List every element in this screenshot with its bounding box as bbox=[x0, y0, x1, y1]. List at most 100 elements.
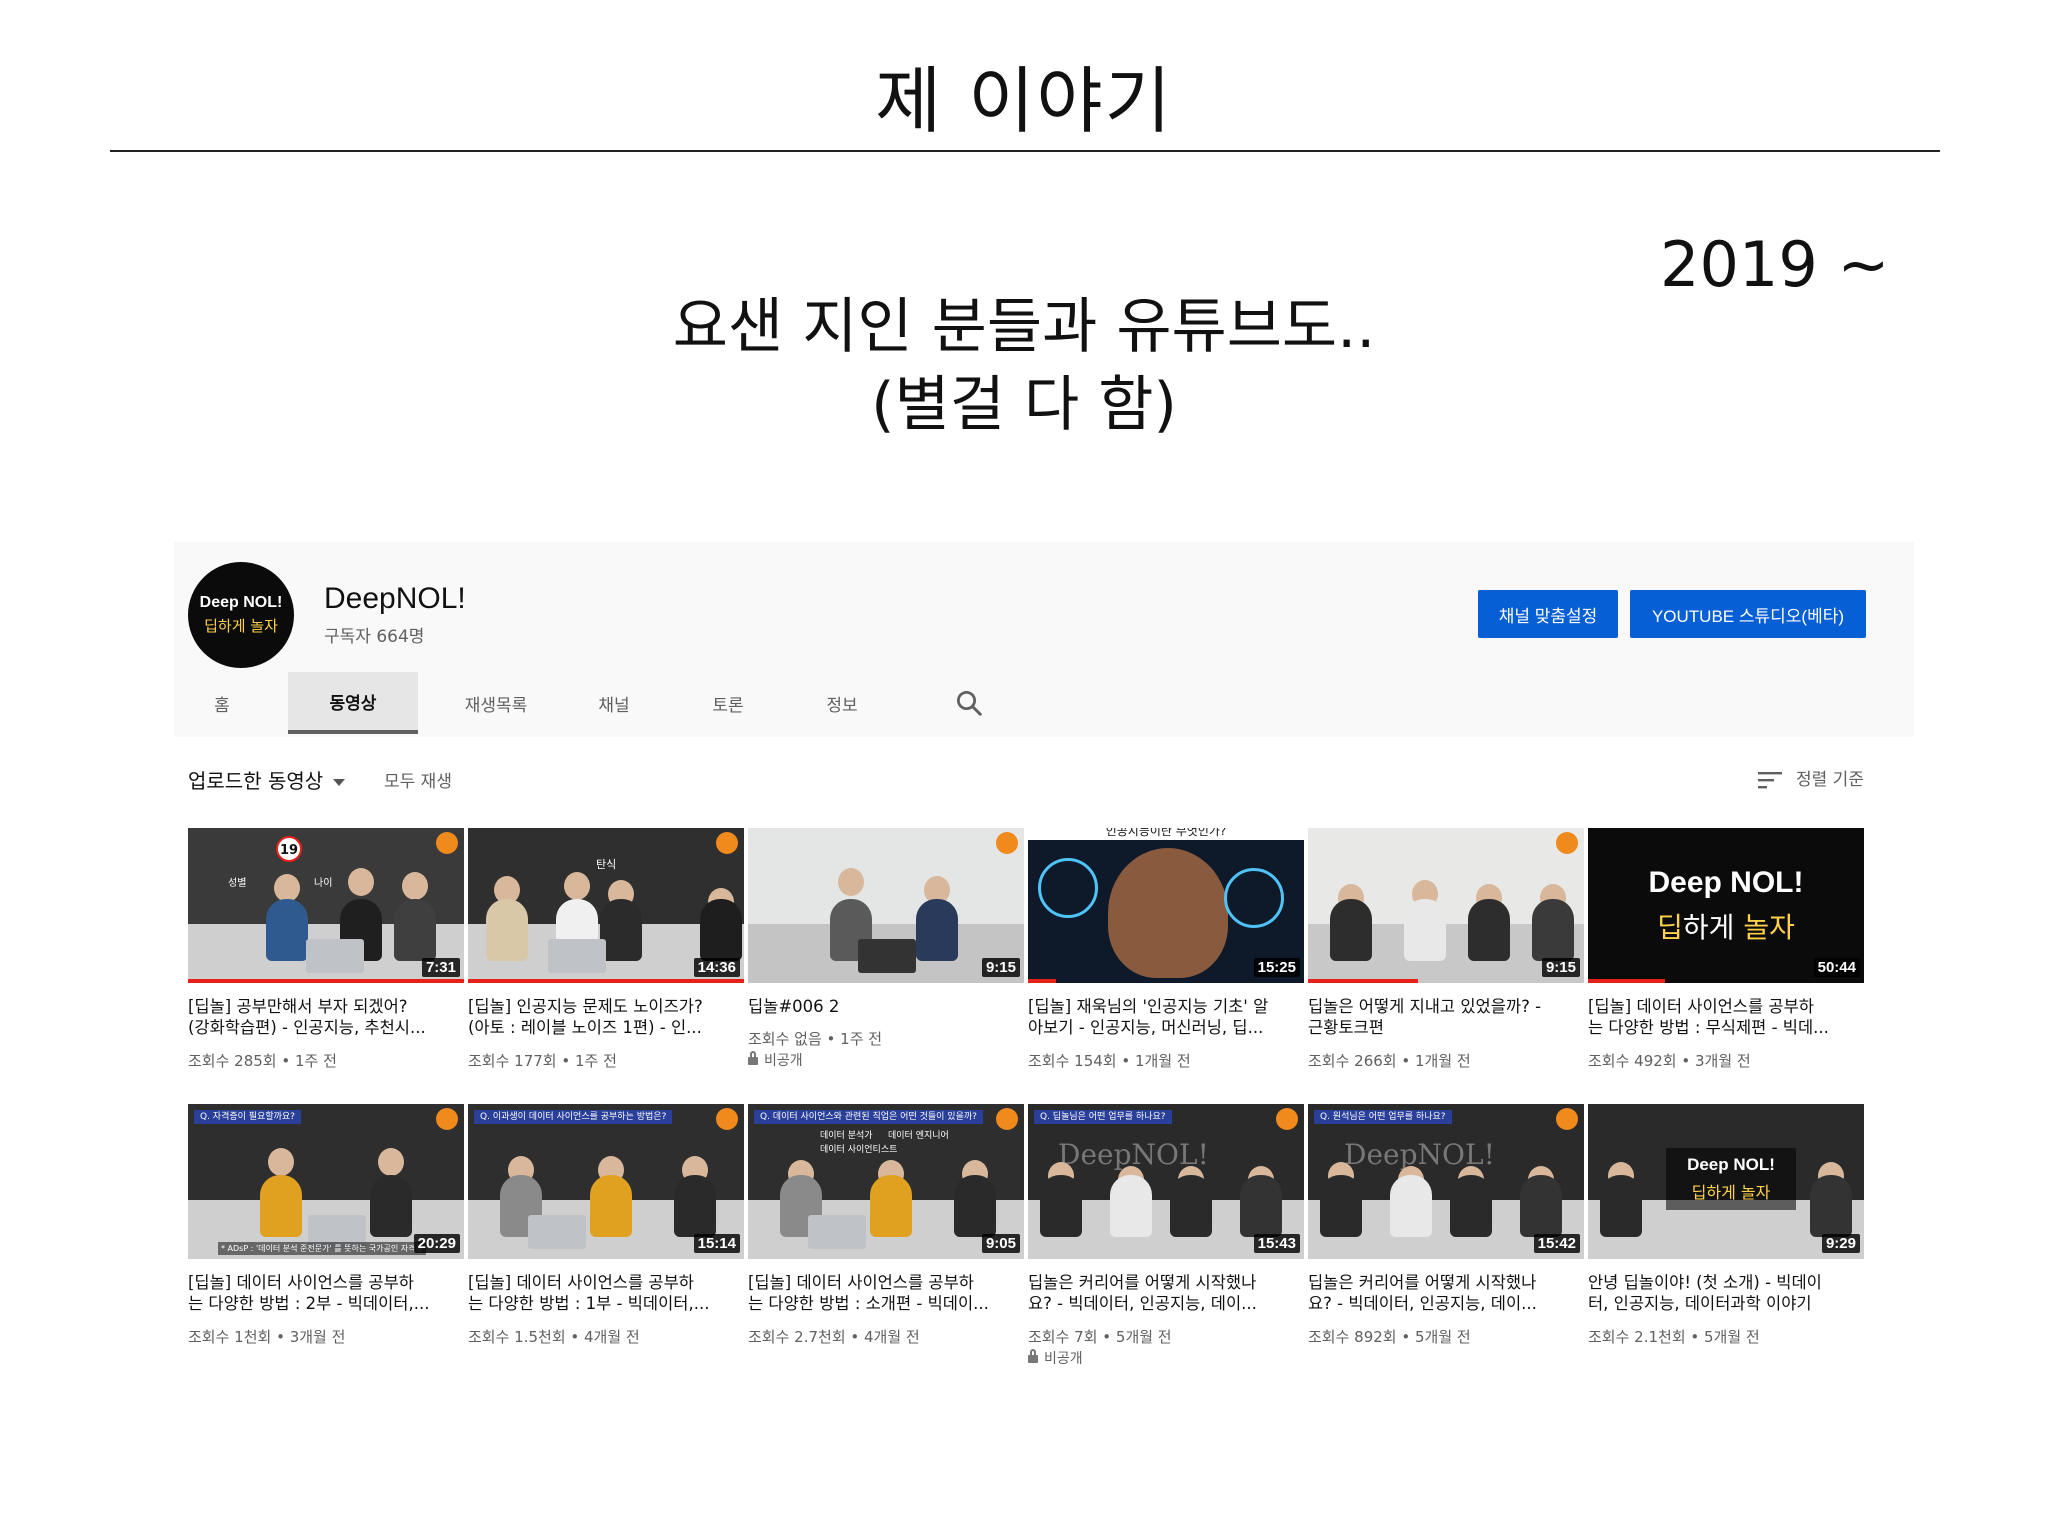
overlay-caption: 인공지능이란 무엇인가? bbox=[1028, 828, 1304, 840]
video-thumbnail[interactable]: Q. 자격증이 필요할까요? * ADsP : '데이터 분석 준전문가' 를 … bbox=[188, 1104, 464, 1259]
overlay-label: 성별 bbox=[228, 878, 247, 889]
video-meta: 조회수 492회 • 3개월 전 bbox=[1588, 1052, 1751, 1070]
tab-playlists[interactable]: 재생목록 bbox=[446, 672, 546, 734]
video-thumbnail[interactable]: Q. 데이터 사이언스와 관련된 직업은 어떤 것들이 있을까? 데이터 분석가… bbox=[748, 1104, 1024, 1259]
customize-channel-button[interactable]: 채널 맞춤설정 bbox=[1478, 590, 1618, 638]
overlay-label: 나이 bbox=[314, 878, 333, 889]
subtitle-line-2: (별걸 다 함) bbox=[871, 370, 1177, 440]
private-badge: 비공개 bbox=[748, 1050, 803, 1070]
video-thumbnail[interactable]: Deep NOL! 딥하게 놀자 50:44 bbox=[1588, 828, 1864, 983]
overlay-label: 데이터 엔지니어 bbox=[888, 1131, 949, 1141]
sort-icon[interactable] bbox=[1758, 771, 1784, 789]
logo-overlay: Deep NOL! 딥하게 놀자 bbox=[1666, 1148, 1796, 1210]
video-card[interactable]: 탄식 14:36 [딥놀] 인공지능 문제도 노이즈가? (아토 : 레이블 노이… bbox=[468, 828, 744, 1088]
video-filter-bar: 업로드한 동영상 모두 재생 정렬 기준 bbox=[174, 757, 1914, 797]
video-title[interactable]: [딥놀] 데이터 사이언스를 공부하 는 다양한 방법 : 1부 - 빅데이터,.… bbox=[468, 1272, 740, 1314]
video-thumbnail[interactable]: Q. 이과생이 데이터 사이언스를 공부하는 방법은? 15:14 bbox=[468, 1104, 744, 1259]
video-meta: 조회수 7회 • 5개월 전 bbox=[1028, 1328, 1172, 1346]
video-meta: 조회수 266회 • 1개월 전 bbox=[1308, 1052, 1471, 1070]
tab-discussion[interactable]: 토론 bbox=[688, 672, 768, 734]
overlay-label: 데이터 분석가 bbox=[820, 1131, 873, 1141]
sort-button[interactable]: 정렬 기준 bbox=[1796, 765, 1864, 790]
video-title[interactable]: 딥놀은 커리어를 어떻게 시작했나 요? - 빅데이터, 인공지능, 데이... bbox=[1308, 1272, 1580, 1314]
video-duration: 15:25 bbox=[1253, 958, 1300, 977]
lock-icon bbox=[748, 1051, 758, 1065]
video-duration: 9:29 bbox=[1821, 1234, 1860, 1253]
question-banner: Q. 원석님은 어떤 업무를 하나요? bbox=[1314, 1110, 1452, 1124]
video-duration: 15:42 bbox=[1533, 1234, 1580, 1253]
video-card[interactable]: 9:15 딥놀은 어떻게 지내고 있었을까? - 근황토크편 조회수 266회 •… bbox=[1308, 828, 1584, 1088]
video-title[interactable]: [딥놀] 인공지능 문제도 노이즈가? (아토 : 레이블 노이즈 1편) - 인… bbox=[468, 996, 740, 1038]
brand-subtitle: 딥하게 놀자 bbox=[1657, 910, 1795, 944]
video-thumbnail[interactable]: 9:15 bbox=[1308, 828, 1584, 983]
video-duration: 15:14 bbox=[693, 1234, 740, 1253]
video-title[interactable]: 안녕 딥놀이야! (첫 소개) - 빅데이 터, 인공지능, 데이터과학 이야기 bbox=[1588, 1272, 1860, 1314]
question-banner: Q. 딥놀님은 어떤 업무를 하나요? bbox=[1034, 1110, 1172, 1124]
search-icon[interactable] bbox=[954, 688, 984, 718]
video-title[interactable]: [딥놀] 데이터 사이언스를 공부하 는 다양한 방법 : 무식제편 - 빅데..… bbox=[1588, 996, 1860, 1038]
video-thumbnail[interactable]: 9:15 bbox=[748, 828, 1024, 983]
uploads-dropdown[interactable]: 업로드한 동영상 bbox=[188, 765, 346, 794]
video-card[interactable]: Deep NOL! 딥하게 놀자 50:44 [딥놀] 데이터 사이언스를 공부… bbox=[1588, 828, 1864, 1088]
video-meta: 조회수 285회 • 1주 전 bbox=[188, 1052, 337, 1070]
video-duration: 7:31 bbox=[421, 958, 460, 977]
video-card[interactable]: 19 성별 나이 7:31 [딥놀] 공부만해서 부자 되겠어? (강화학습편) … bbox=[188, 828, 464, 1088]
video-duration: 14:36 bbox=[693, 958, 740, 977]
video-card[interactable]: Q. 자격증이 필요할까요? * ADsP : '데이터 분석 준전문가' 를 … bbox=[188, 1104, 464, 1364]
question-banner: Q. 자격증이 필요할까요? bbox=[194, 1110, 301, 1124]
chevron-down-icon bbox=[333, 779, 346, 786]
video-card[interactable]: DeepNOL! Q. 원석님은 어떤 업무를 하나요? 15:42 딥놀은 커… bbox=[1308, 1104, 1584, 1364]
video-thumbnail[interactable]: DeepNOL! Q. 딥놀님은 어떤 업무를 하나요? 15:43 bbox=[1028, 1104, 1304, 1259]
uploads-label: 업로드한 동영상 bbox=[188, 769, 324, 793]
video-card[interactable]: DeepNOL! Q. 딥놀님은 어떤 업무를 하나요? 15:43 딥놀은 커… bbox=[1028, 1104, 1304, 1367]
video-title[interactable]: [딥놀] 공부만해서 부자 되겠어? (강화학습편) - 인공지능, 추천시... bbox=[188, 996, 460, 1038]
video-meta: 조회수 2.1천회 • 5개월 전 bbox=[1588, 1328, 1760, 1346]
tab-about[interactable]: 정보 bbox=[802, 672, 882, 734]
video-card[interactable]: Deep NOL! 딥하게 놀자 9:29 안녕 딥놀이야! (첫 소개) - … bbox=[1588, 1104, 1864, 1364]
age-badge: 19 bbox=[276, 836, 302, 862]
avatar-text-en: Deep NOL! bbox=[199, 594, 283, 611]
question-banner: Q. 이과생이 데이터 사이언스를 공부하는 방법은? bbox=[474, 1110, 673, 1124]
video-card[interactable]: 9:15 딥놀#006 2 조회수 없음 • 1주 전 비공개 bbox=[748, 828, 1024, 1088]
video-thumbnail[interactable]: 인공지능이란 무엇인가? 15:25 bbox=[1028, 828, 1304, 983]
channel-header: Deep NOL! 딥하게 놀자 DeepNOL! 구독자 664명 채널 맞춤… bbox=[174, 542, 1914, 737]
video-meta: 조회수 1.5천회 • 4개월 전 bbox=[468, 1328, 640, 1346]
slide-title: 제 이야기 bbox=[875, 59, 1173, 143]
play-all-button[interactable]: 모두 재생 bbox=[384, 767, 452, 792]
video-card[interactable]: 인공지능이란 무엇인가? 15:25 [딥놀] 재욱님의 '인공지능 기초' 알… bbox=[1028, 828, 1304, 1088]
tab-home[interactable]: 홈 bbox=[192, 672, 252, 734]
video-thumbnail[interactable]: Deep NOL! 딥하게 놀자 9:29 bbox=[1588, 1104, 1864, 1259]
youtube-studio-button[interactable]: YOUTUBE 스튜디오(베타) bbox=[1630, 590, 1866, 638]
video-duration: 15:43 bbox=[1253, 1234, 1300, 1253]
video-title[interactable]: [딥놀] 데이터 사이언스를 공부하 는 다양한 방법 : 2부 - 빅데이터,.… bbox=[188, 1272, 460, 1314]
channel-avatar[interactable]: Deep NOL! 딥하게 놀자 bbox=[188, 562, 294, 668]
video-title[interactable]: 딥놀은 커리어를 어떻게 시작했나 요? - 빅데이터, 인공지능, 데이... bbox=[1028, 1272, 1300, 1314]
tab-videos[interactable]: 동영상 bbox=[288, 672, 418, 734]
video-meta: 조회수 892회 • 5개월 전 bbox=[1308, 1328, 1471, 1346]
video-thumbnail[interactable]: 탄식 14:36 bbox=[468, 828, 744, 983]
overlay-caption: * ADsP : '데이터 분석 준전문가' 를 뜻하는 국가공인 자격증 bbox=[218, 1242, 426, 1255]
video-meta: 조회수 1천회 • 3개월 전 bbox=[188, 1328, 346, 1346]
overlay-label: 데이터 사이언티스트 bbox=[820, 1145, 898, 1155]
video-title[interactable]: [딥놀] 재욱님의 '인공지능 기초' 알 아보기 - 인공지능, 머신러닝, 딥… bbox=[1028, 996, 1300, 1038]
channel-name[interactable]: DeepNOL! bbox=[324, 582, 466, 616]
video-title[interactable]: 딥놀#006 2 bbox=[748, 996, 1020, 1017]
video-title[interactable]: [딥놀] 데이터 사이언스를 공부하 는 다양한 방법 : 소개편 - 빅데이..… bbox=[748, 1272, 1020, 1314]
subtitle-line-1: 요샌 지인 분들과 유튜브도.. bbox=[672, 292, 1376, 362]
video-meta: 조회수 2.7천회 • 4개월 전 bbox=[748, 1328, 920, 1346]
video-card[interactable]: Q. 데이터 사이언스와 관련된 직업은 어떤 것들이 있을까? 데이터 분석가… bbox=[748, 1104, 1024, 1364]
title-divider bbox=[110, 150, 1940, 152]
video-thumbnail[interactable]: 19 성별 나이 7:31 bbox=[188, 828, 464, 983]
tab-channels[interactable]: 채널 bbox=[574, 672, 654, 734]
overlay-label: 탄식 bbox=[596, 858, 617, 871]
question-banner: Q. 데이터 사이언스와 관련된 직업은 어떤 것들이 있을까? bbox=[754, 1110, 983, 1124]
video-duration: 20:29 bbox=[413, 1234, 460, 1253]
private-badge: 비공개 bbox=[1028, 1348, 1083, 1368]
video-thumbnail[interactable]: DeepNOL! Q. 원석님은 어떤 업무를 하나요? 15:42 bbox=[1308, 1104, 1584, 1259]
video-duration: 50:44 bbox=[1813, 958, 1860, 977]
video-title[interactable]: 딥놀은 어떻게 지내고 있었을까? - 근황토크편 bbox=[1308, 996, 1580, 1038]
lock-icon bbox=[1028, 1349, 1038, 1363]
video-card[interactable]: Q. 이과생이 데이터 사이언스를 공부하는 방법은? 15:14 [딥놀] 데… bbox=[468, 1104, 744, 1364]
channel-tabs: 홈 동영상 재생목록 채널 토론 정보 bbox=[174, 672, 1174, 737]
video-duration: 9:05 bbox=[981, 1234, 1020, 1253]
